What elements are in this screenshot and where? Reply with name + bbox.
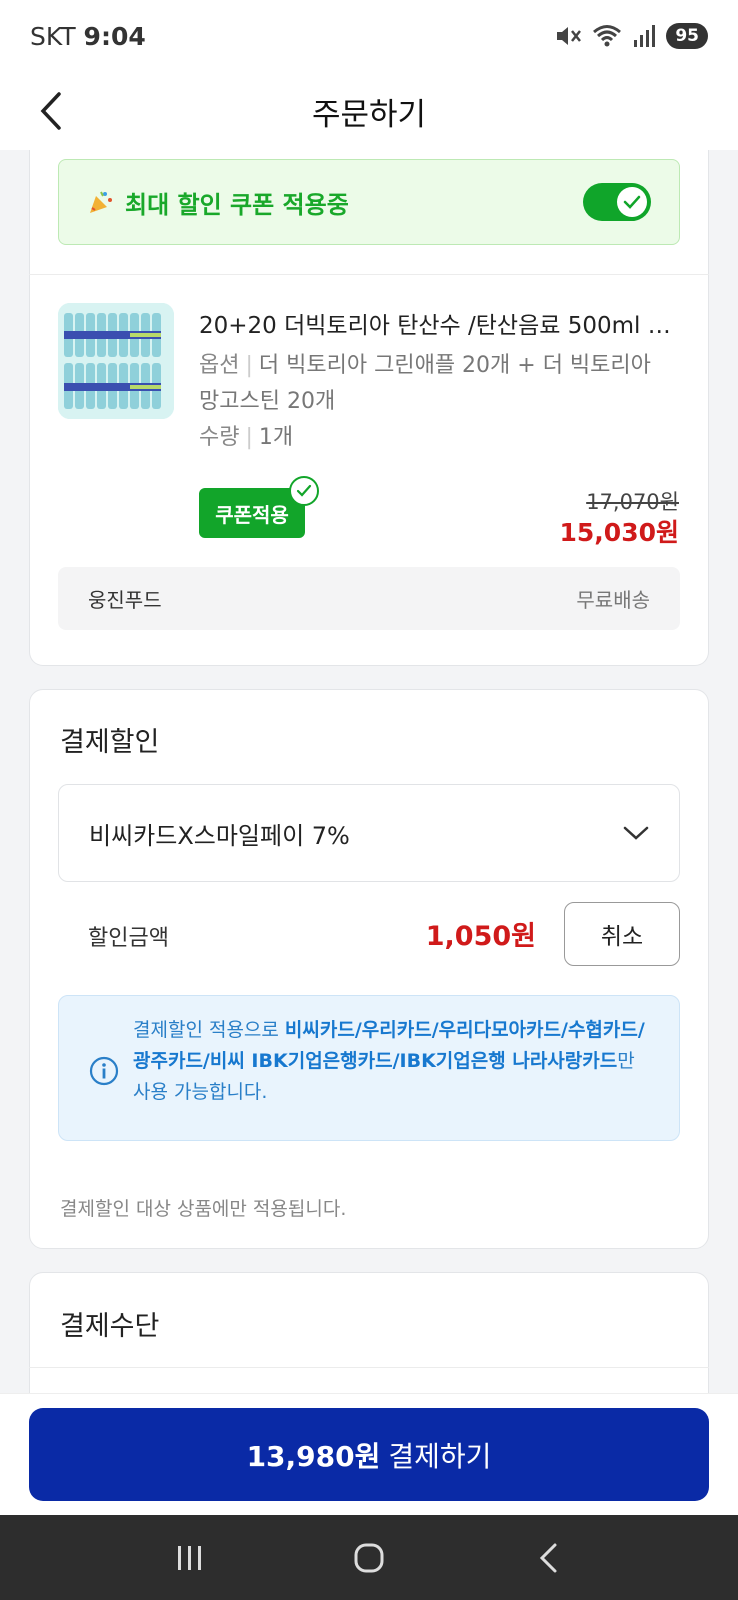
system-back-button[interactable]: [518, 1528, 578, 1588]
coupon-applied-bar: 최대 할인 쿠폰 적용중: [58, 159, 680, 245]
option-label: 옵션: [199, 353, 240, 378]
option-value-line2: 망고스틴 20개: [199, 389, 336, 414]
product-option: 옵션 | 더 빅토리아 그린애플 20개 + 더 빅토리아: [199, 353, 651, 378]
recent-apps-icon: [177, 1545, 201, 1570]
discount-amount-label: 할인금액: [88, 926, 169, 951]
card-restriction-notice: 결제할인 적용으로 비씨카드/우리카드/우리다모아카드/수협카드/광주카드/비씨…: [58, 995, 680, 1141]
payment-discount-card: [29, 689, 709, 1249]
wifi-icon: [593, 25, 622, 47]
party-popper-icon: [90, 191, 112, 213]
discount-footnote: 결제할인 대상 상품에만 적용됩니다.: [60, 1198, 347, 1220]
bottom-pay-bar: 13,980원 결제하기: [0, 1393, 738, 1515]
quantity-value: 1개: [258, 425, 294, 450]
seller-name: 웅진푸드: [88, 588, 162, 612]
status-bar: SKT 9:04 95: [0, 0, 738, 72]
product-quantity: 수량 | 1개: [199, 425, 294, 450]
home-button[interactable]: [339, 1528, 399, 1588]
option-value-line1: 더 빅토리아 그린애플 20개 + 더 빅토리아: [258, 353, 651, 378]
clock: 9:04: [83, 21, 146, 51]
carrier: SKT: [30, 21, 76, 51]
mute-icon: [557, 27, 582, 45]
product-image: [58, 303, 174, 419]
page-title: 주문하기: [311, 96, 427, 133]
chevron-down-icon: [623, 826, 649, 840]
product-thumbnail: [58, 303, 174, 419]
product-name: 20+20 더빅토리아 탄산수 /탄산음료 500ml 20+20: [199, 313, 679, 339]
discount-amount: 1,050원: [425, 921, 536, 952]
sale-price: 15,030원: [559, 518, 679, 547]
divider: [29, 1367, 709, 1368]
home-icon: [354, 1543, 384, 1572]
coupon-status-text: 최대 할인 쿠폰 적용중: [125, 190, 349, 219]
notice-prefix: 결제할인 적용으로: [133, 1019, 285, 1041]
original-price: 17,070원: [586, 490, 679, 514]
pay-button[interactable]: 13,980원 결제하기: [29, 1408, 709, 1501]
back-button[interactable]: [26, 86, 76, 136]
coupon-badge-label: 쿠폰적용: [215, 502, 289, 527]
info-icon: [89, 1056, 119, 1086]
seller-info: 웅진푸드 무료배송: [58, 567, 680, 630]
pay-amount: 13,980원: [246, 1439, 381, 1473]
selected-discount: 비씨카드X스마일페이 7%: [89, 821, 350, 850]
divider: [29, 274, 709, 275]
back-arrow-icon: [540, 1543, 557, 1572]
check-icon: [296, 484, 312, 497]
payment-method-title: 결제수단: [60, 1311, 160, 1342]
notice-text: 결제할인 적용으로 비씨카드/우리카드/우리다모아카드/수협카드/광주카드/비씨…: [133, 1015, 653, 1108]
battery-indicator: 95: [666, 23, 708, 49]
shipping-fee: 무료배송: [576, 588, 650, 612]
system-nav-bar: [0, 1515, 738, 1600]
recent-apps-button[interactable]: [160, 1528, 220, 1588]
app-header: 주문하기: [0, 72, 738, 150]
signal-icon: [634, 25, 656, 47]
pay-label: 결제하기: [388, 1439, 492, 1473]
check-icon: [623, 195, 641, 209]
payment-discount-select[interactable]: 비씨카드X스마일페이 7%: [58, 784, 680, 882]
quantity-label: 수량: [199, 425, 240, 450]
coupon-toggle[interactable]: [583, 183, 651, 221]
chevron-left-icon: [40, 92, 61, 130]
payment-discount-title: 결제할인: [60, 727, 160, 758]
product-option-cont: 망고스틴 20개: [199, 384, 679, 420]
cancel-discount-button[interactable]: 취소: [564, 902, 680, 966]
coupon-applied-badge: 쿠폰적용: [199, 476, 319, 538]
